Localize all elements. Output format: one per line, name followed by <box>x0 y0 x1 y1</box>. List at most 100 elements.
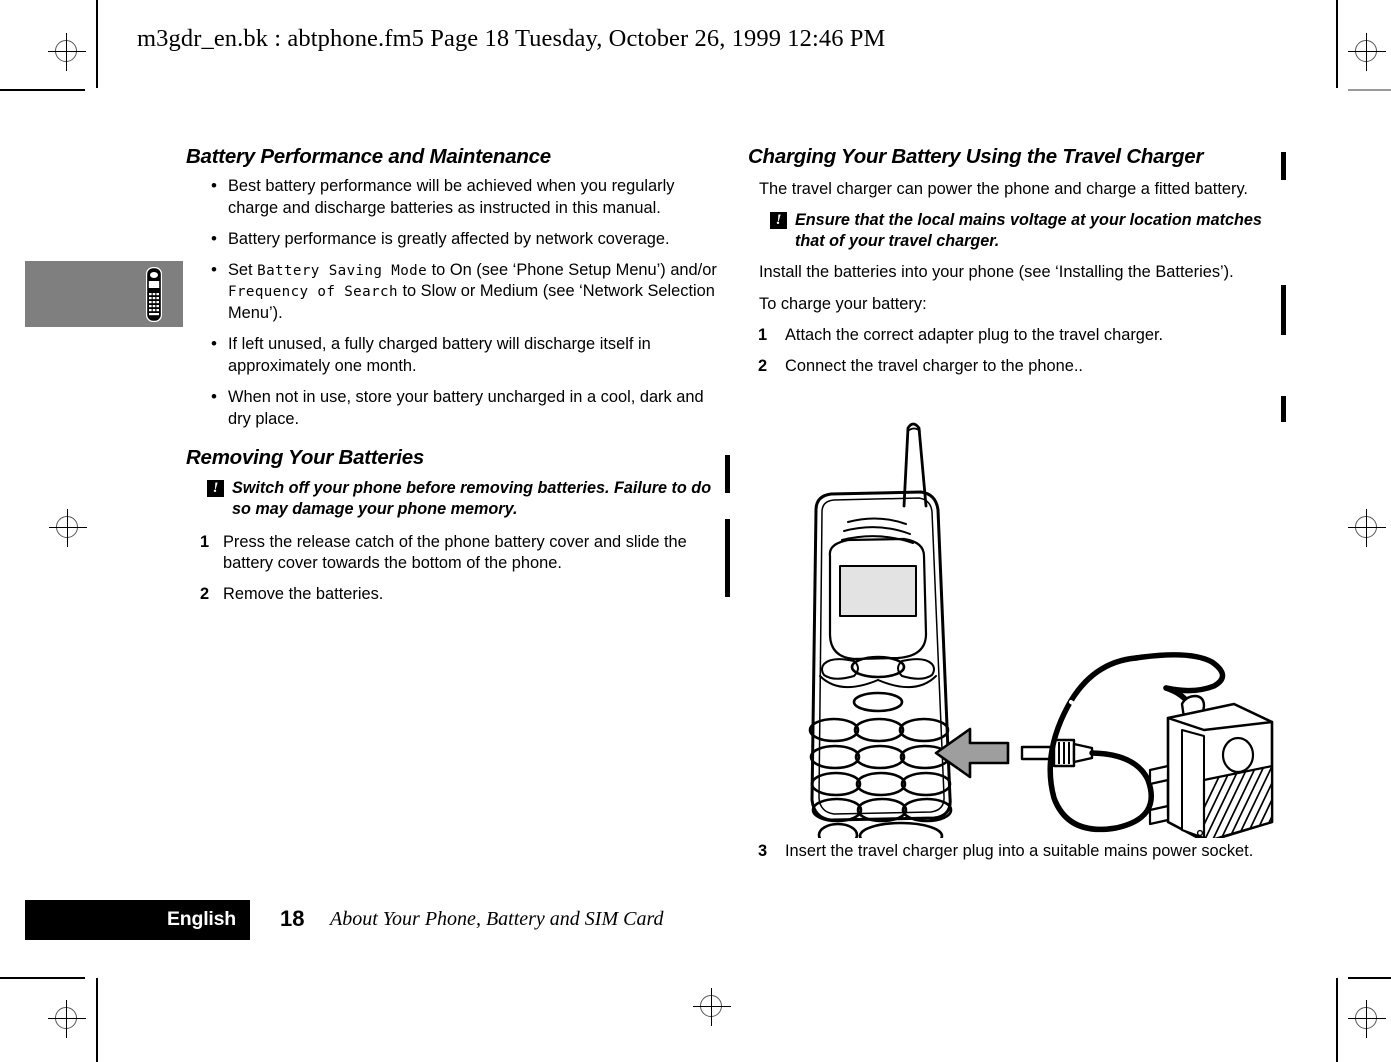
body-text-run: to On (see ‘Phone Setup Menu’) and/or <box>427 260 717 279</box>
step-text: Attach the correct adapter plug to the t… <box>785 325 1164 344</box>
charger-screw <box>1196 829 1204 837</box>
list-item-text: When not in use, store your battery unch… <box>228 388 704 428</box>
body-text-run: Best battery performance will be achieve… <box>228 177 675 217</box>
right-column-post-figure-steps: 3 Insert the travel charger plug into a … <box>748 841 1282 872</box>
list-item: • Battery performance is greatly affecte… <box>186 229 720 251</box>
registration-mark-top-left <box>48 33 86 71</box>
regmark-vertical-line <box>67 509 68 547</box>
step-number: 1 <box>200 532 210 551</box>
regmark-horizontal-line <box>48 1018 86 1019</box>
cable-break-mark <box>1069 700 1078 722</box>
earpiece-grille-line-2 <box>843 526 911 535</box>
list-item-text: Best battery performance will be achieve… <box>228 177 674 217</box>
regmark-horizontal-line <box>1348 1018 1386 1019</box>
regmark-vertical-line <box>66 33 67 71</box>
regmark-vertical-line <box>1366 33 1367 71</box>
registration-mark-bottom-center <box>693 988 731 1026</box>
language-label: English <box>166 908 236 930</box>
list-item: • Best battery performance will be achie… <box>186 176 720 220</box>
crop-line-bottom-right-horizontal <box>1348 977 1391 979</box>
regmark-circle <box>55 1007 77 1029</box>
margin-chapter-tab <box>25 261 183 327</box>
step-item: 2 Connect the travel charger to the phon… <box>748 356 1282 378</box>
mobile-phone-icon <box>146 267 162 322</box>
regmark-vertical-line <box>66 1000 67 1038</box>
step-number: 3 <box>758 842 768 860</box>
charger-pin-lower <box>1148 804 1170 826</box>
regmark-horizontal-line <box>1348 527 1386 528</box>
crop-line-top-left-horizontal <box>0 89 85 91</box>
charger-pin-upper <box>1148 764 1170 786</box>
step-number: 2 <box>200 585 210 604</box>
step-number: 1 <box>758 325 768 344</box>
language-tab: English <box>25 900 250 940</box>
page-number: 18 <box>280 906 305 931</box>
crop-line-bottom-right-vertical <box>1336 978 1338 1062</box>
left-text-column: Battery Performance and Maintenance • Be… <box>186 145 720 615</box>
navigation-key <box>850 655 906 679</box>
bullet-icon: • <box>211 259 217 279</box>
travel-charger-unit <box>1148 694 1274 838</box>
keypad-key <box>855 771 907 797</box>
registration-mark-left-middle <box>49 509 87 547</box>
menu-item-name: Frequency of Search <box>228 284 398 301</box>
crop-line-top-left-vertical <box>96 0 98 88</box>
regmark-circle <box>55 40 77 62</box>
bullet-icon: • <box>211 228 217 248</box>
phone-and-travel-charger-illustration <box>808 422 1274 838</box>
step-item: 3 Insert the travel charger plug into a … <box>748 841 1282 863</box>
keypad-key <box>853 717 905 743</box>
list-item: • If left unused, a fully charged batter… <box>186 334 720 378</box>
exclamation-warning-icon: ! <box>207 479 224 497</box>
crop-line-top-right-horizontal <box>1348 89 1391 91</box>
paragraph-install-batteries-note: Install the batteries into your phone (s… <box>759 263 1234 282</box>
regmark-vertical-line <box>1366 1000 1367 1038</box>
charger-plug <box>1020 738 1094 768</box>
step-item: 1 Attach the correct adapter plug to the… <box>748 325 1282 347</box>
keypad-key-small <box>817 822 859 838</box>
crop-line-bottom-left-vertical <box>96 978 98 1062</box>
caution-note-removing-batteries: ! Switch off your phone before removing … <box>196 478 720 520</box>
list-item-text: Set Battery Saving Mode to On (see ‘Phon… <box>228 261 717 323</box>
registration-mark-bottom-left <box>48 1000 86 1038</box>
crop-line-top-right-vertical <box>1336 0 1338 88</box>
regmark-circle <box>700 995 722 1017</box>
body-text-run: If left unused, a fully charged battery … <box>228 335 651 375</box>
change-bar-left-1 <box>725 455 730 493</box>
lcd-display <box>839 565 917 617</box>
battery-performance-bullet-list: • Best battery performance will be achie… <box>186 176 720 430</box>
list-item-text: Battery performance is greatly affected … <box>228 230 670 248</box>
menu-item-name: Battery Saving Mode <box>257 262 428 279</box>
registration-mark-right-middle <box>1348 509 1386 547</box>
step-item: 2 Remove the batteries. <box>186 584 720 606</box>
step-text: Remove the batteries. <box>223 585 384 604</box>
function-key <box>852 691 904 713</box>
regmark-horizontal-line <box>49 527 87 528</box>
heading-removing-batteries: Removing Your Batteries <box>186 446 425 470</box>
list-item-text: If left unused, a fully charged battery … <box>228 335 651 375</box>
body-text-run: Battery performance is greatly affected … <box>228 229 670 248</box>
regmark-circle <box>1355 40 1377 62</box>
bullet-icon: • <box>211 176 217 196</box>
keypad-key <box>854 744 906 770</box>
bullet-icon: • <box>211 334 217 354</box>
bullet-icon: • <box>211 386 217 406</box>
caution-text: Switch off your phone before removing ba… <box>232 478 712 518</box>
document-header-line: m3gdr_en.bk : abtphone.fm5 Page 18 Tuesd… <box>137 25 886 52</box>
keypad-key <box>809 744 861 770</box>
caution-text: Ensure that the local mains voltage at y… <box>795 211 1262 251</box>
step-number: 2 <box>758 356 768 375</box>
list-item: • Set Battery Saving Mode to On (see ‘Ph… <box>186 260 720 325</box>
crop-line-bottom-left-horizontal <box>0 977 85 979</box>
regmark-circle <box>1355 1007 1377 1029</box>
caution-note-mains-voltage: ! Ensure that the local mains voltage at… <box>759 210 1282 252</box>
keypad-key-wide <box>858 821 944 838</box>
heading-charging-travel-charger: Charging Your Battery Using the Travel C… <box>748 145 1204 168</box>
paragraph-charge-lead-in: To charge your battery: <box>759 294 927 313</box>
regmark-circle <box>1355 516 1377 538</box>
body-text-run: When not in use, store your battery unch… <box>228 387 704 428</box>
paragraph-travel-charger-intro: The travel charger can power the phone a… <box>759 180 1248 199</box>
regmark-vertical-line <box>1366 509 1367 547</box>
footer-chapter-title: About Your Phone, Battery and SIM Card <box>330 908 664 930</box>
registration-mark-bottom-right <box>1348 1000 1386 1038</box>
